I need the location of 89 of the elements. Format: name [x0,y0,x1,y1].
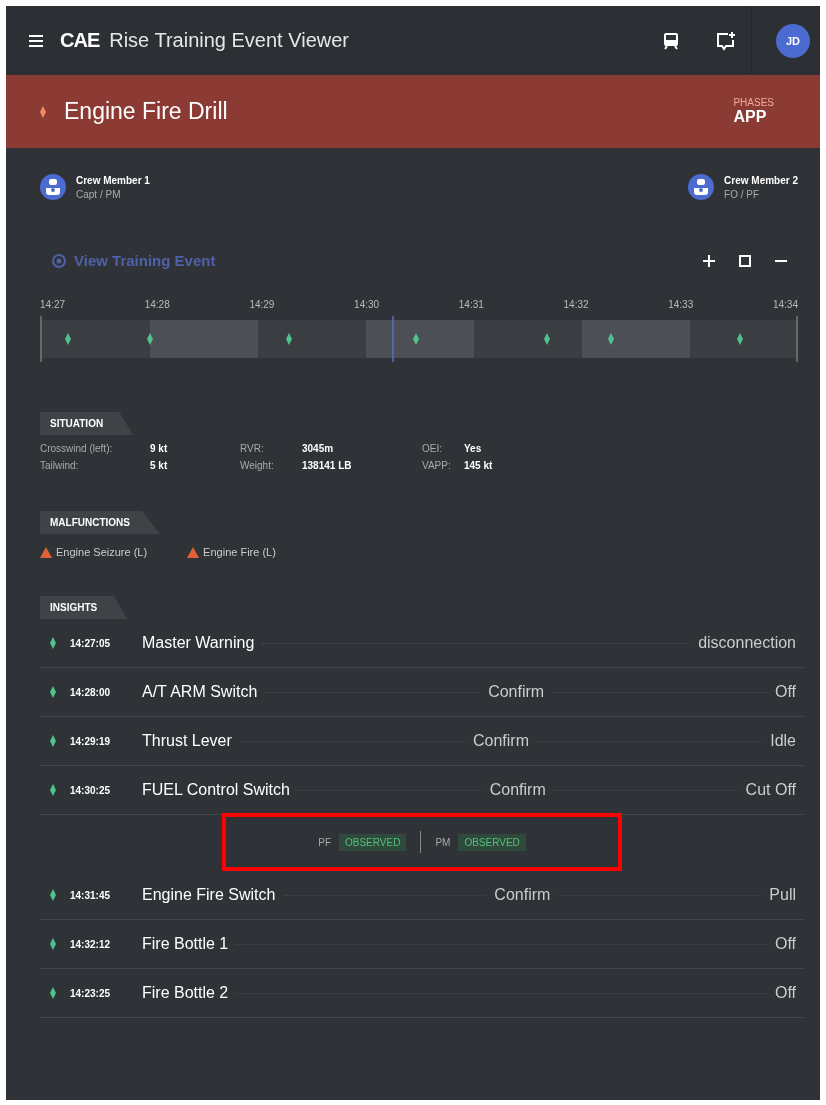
marker-icon [50,686,56,698]
event-time: 14:30:25 [70,784,112,796]
event-name: Thrust Lever [142,732,232,750]
time-tick: 14:30 [354,299,380,310]
marker-icon [50,938,56,950]
time-tick: 14:29 [249,299,275,310]
train-icon[interactable] [661,30,681,51]
field-label: OEI: [422,443,443,454]
time-tick: 14:27 [40,299,66,310]
section-header: MALFUNCTIONS [40,511,160,534]
marker-icon [50,784,56,796]
event-time: 14:28:00 [70,686,112,698]
event-time: 14:31:45 [70,889,112,901]
crew-role: PM [435,836,451,848]
status-badge: OBSERVED [458,833,526,851]
warning-icon [187,546,200,558]
insight-row[interactable]: 14:29:19 Thrust Lever Confirm Idle [40,717,804,766]
add-comment-icon[interactable] [715,30,737,51]
time-tick: 14:34 [772,299,798,310]
zoom-in-icon[interactable] [702,253,716,268]
event-name: FUEL Control Switch [142,781,290,799]
field-value: 145 kt [464,460,494,471]
event-time: 14:23:25 [70,987,112,999]
insight-row[interactable]: 14:23:25 Fire Bottle 2 Off [40,969,804,1018]
expected-action: Confirm [489,781,546,799]
crew-role: FO / PF [724,188,761,200]
pilot-avatar-icon [40,174,66,200]
insight-row[interactable]: 14:31:45 Engine Fire Switch Confirm Pull [40,871,804,920]
crew-role: PF [318,836,331,848]
field-label: VAPP: [422,460,452,471]
event-title: Engine Fire Drill [64,98,228,125]
event-value: Off [774,683,796,701]
insight-row[interactable]: 14:27:05 Master Warning disconnection [40,619,804,668]
field-value: 9 kt [150,443,169,454]
event-value: Off [774,984,796,1002]
event-name: Fire Bottle 2 [142,984,229,1002]
time-tick: 14:28 [144,299,170,310]
phase-value: APP [733,108,768,126]
malfunction-label: Engine Seizure (L) [56,546,148,558]
field-value: Yes [464,443,483,454]
marker-icon [50,889,56,901]
warning-icon [40,546,52,558]
time-tick: 14:33 [668,299,694,310]
expected-action: Confirm [488,683,545,701]
field-label: Tailwind: [40,460,80,471]
expected-action: Confirm [473,732,529,750]
menu-icon[interactable] [28,33,44,48]
marker-icon [50,637,56,649]
marker-icon [40,105,46,118]
marker-icon [50,987,56,999]
crew-name: Crew Member 2 [724,174,798,186]
field-label: Weight: [240,460,275,471]
event-time: 14:32:12 [70,938,112,950]
event-value: Pull [769,886,796,904]
brand-logo: CAE [60,29,100,52]
phases-label: PHASES [733,97,774,108]
field-label: RVR: [240,443,265,454]
fit-icon[interactable] [738,253,752,268]
event-value: Cut Off [745,781,796,799]
field-label: Crosswind (left): [40,443,114,454]
status-badge: OBSERVED [339,833,407,851]
event-value: Idle [770,732,796,750]
app-title: Rise Training Event Viewer [109,29,349,52]
event-time: 14:29:19 [70,735,112,747]
event-name: Fire Bottle 1 [142,935,229,953]
field-value: 3045m [302,443,335,454]
time-tick: 14:32 [563,299,589,310]
insight-row[interactable]: 14:28:00 A/T ARM Switch Confirm Off [40,668,804,717]
event-value: Off [774,935,796,953]
target-icon [52,253,66,268]
pilot-avatar-icon [688,174,715,200]
section-header: SITUATION [40,412,134,435]
field-value: 138141 LB [302,460,353,471]
insight-row[interactable]: 14:32:12 Fire Bottle 1 Off [40,920,804,969]
insight-row[interactable]: 14:30:25 FUEL Control Switch Confirm Cut Off [40,766,804,815]
event-name: Engine Fire Switch [142,886,276,904]
field-value: 5 kt [150,460,169,471]
expected-action: Confirm [494,886,551,904]
event-value: disconnection [698,634,796,652]
crew-role: Capt / PM [76,188,122,200]
event-name: A/T ARM Switch [142,683,258,701]
crew-name: Crew Member 1 [76,174,150,186]
marker-icon [50,735,56,747]
section-header: INSIGHTS [40,596,128,619]
time-tick: 14:31 [458,299,484,310]
malfunction-label: Engine Fire (L) [203,546,276,558]
event-name: Master Warning [142,634,255,652]
event-time: 14:27:05 [70,637,112,649]
user-avatar[interactable]: JD [776,23,810,58]
